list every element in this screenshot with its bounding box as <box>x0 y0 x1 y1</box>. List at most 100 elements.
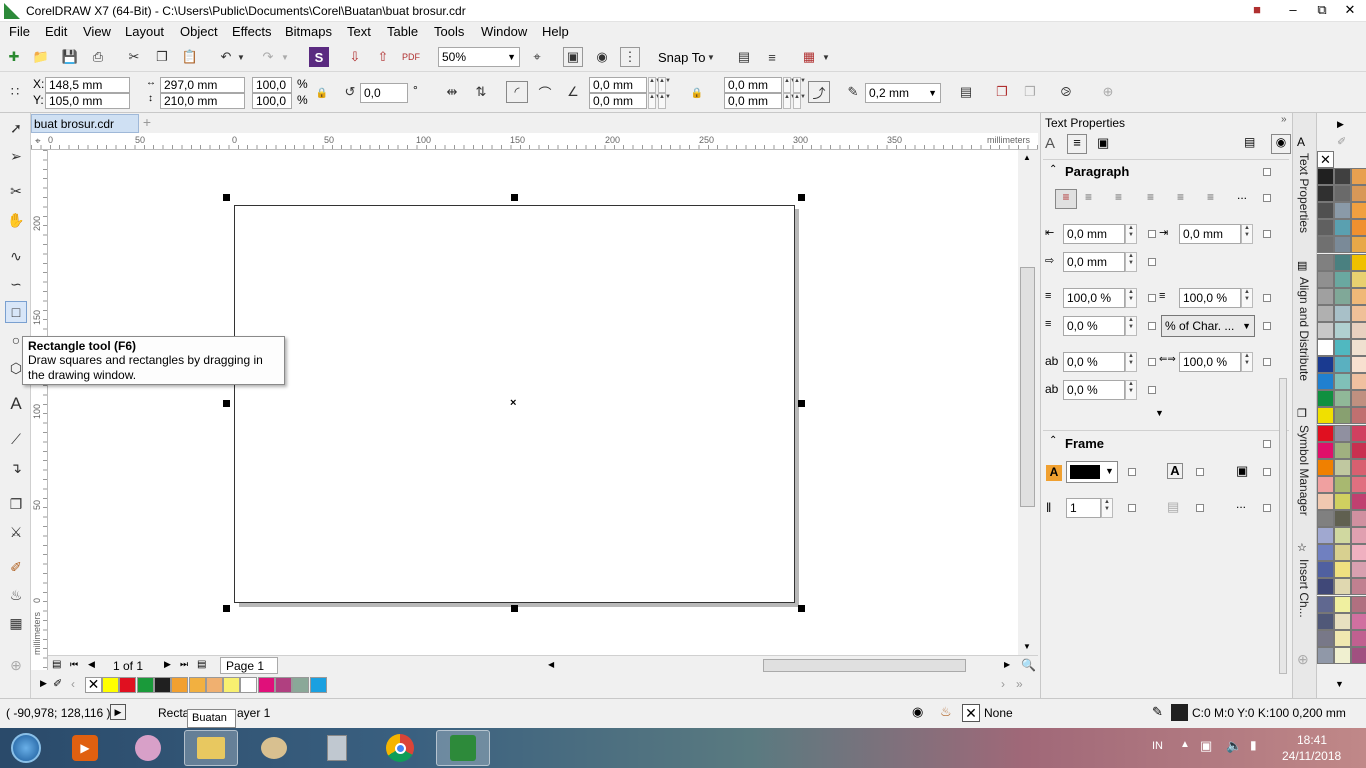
more-icon[interactable]: ... <box>1237 188 1247 202</box>
docker-view-icon[interactable]: ◉ <box>1271 134 1291 154</box>
menu-edit[interactable]: Edit <box>45 24 67 39</box>
convert-to-curves-icon[interactable]: ⧁ <box>1056 82 1076 102</box>
palette-eyedropper-icon[interactable]: ✐ <box>1337 135 1346 148</box>
close-button[interactable]: ✕ <box>1334 0 1366 22</box>
color-swatch[interactable] <box>171 677 189 693</box>
frame-checkbox[interactable] <box>1196 504 1204 512</box>
height-field[interactable]: 210,0 mm <box>160 93 245 109</box>
menu-view[interactable]: View <box>83 24 111 39</box>
color-swatch[interactable] <box>1351 527 1366 545</box>
chamfered-corner-icon[interactable]: ∠ <box>563 82 583 102</box>
menu-help[interactable]: Help <box>542 24 569 39</box>
color-swatch[interactable] <box>1351 185 1366 203</box>
selection-handle[interactable] <box>798 400 805 407</box>
color-swatch[interactable] <box>1334 612 1351 630</box>
color-swatch[interactable] <box>119 677 137 693</box>
color-swatch[interactable] <box>1351 407 1366 425</box>
color-swatch[interactable] <box>205 677 223 693</box>
drawing-window[interactable]: × <box>48 150 1018 655</box>
collapse-icon[interactable]: ⌃ <box>1049 164 1057 175</box>
center-marker-icon[interactable]: × <box>510 397 516 409</box>
scale-width-field[interactable]: 100,0 <box>252 77 292 93</box>
color-swatch[interactable] <box>1334 356 1351 374</box>
collapse-icon[interactable]: ⌃ <box>1049 435 1057 446</box>
scroll-down-icon[interactable]: ▼ <box>1023 642 1031 651</box>
color-swatch[interactable] <box>1351 236 1366 254</box>
color-swatch[interactable] <box>1334 253 1351 271</box>
palette-scroll-right-icon[interactable]: › <box>1001 677 1005 691</box>
menu-file[interactable]: File <box>9 24 30 39</box>
export-icon[interactable]: ⇧ <box>373 47 393 67</box>
media-player-icon[interactable]: ▶ <box>58 730 112 766</box>
color-swatch[interactable] <box>1317 544 1334 562</box>
drop-shadow-icon[interactable]: ❐ <box>5 493 27 515</box>
scroll-right-icon[interactable]: ▶ <box>1004 660 1010 669</box>
color-swatch[interactable] <box>1317 458 1334 476</box>
menu-object[interactable]: Object <box>180 24 218 39</box>
color-swatch[interactable] <box>1317 646 1334 664</box>
expand-more-icon[interactable]: ▼ <box>1155 408 1164 418</box>
color-swatch[interactable] <box>1351 373 1366 391</box>
color-swatch[interactable] <box>1351 219 1366 237</box>
minimize-button[interactable]: – <box>1277 0 1309 22</box>
copy-icon[interactable]: ❐ <box>152 47 172 67</box>
color-swatch[interactable] <box>1317 510 1334 527</box>
app-icon[interactable] <box>121 730 175 766</box>
insert-char-tab-icon[interactable]: ☆ <box>1297 541 1307 554</box>
color-swatch[interactable] <box>1334 544 1351 562</box>
color-swatch[interactable] <box>1334 441 1351 459</box>
transparency-icon[interactable]: ⚔ <box>5 521 27 543</box>
scroll-up-icon[interactable]: ▲ <box>1023 153 1031 162</box>
clock-time[interactable]: 18:41 <box>1297 733 1327 747</box>
align-center-icon[interactable]: ≡ <box>1115 190 1122 204</box>
scroll-thumb[interactable] <box>1020 267 1035 507</box>
color-swatch[interactable] <box>1351 629 1366 647</box>
launch-dropdown-icon[interactable]: ▼ <box>820 47 832 67</box>
align-left-icon[interactable]: ≡ <box>1085 190 1092 204</box>
spin[interactable]: ▲ ▼ <box>1125 352 1137 372</box>
indent-checkbox[interactable] <box>1148 230 1156 238</box>
corner-radius-bl-field[interactable]: 0,0 mm <box>589 93 647 109</box>
color-swatch[interactable] <box>1334 373 1351 391</box>
color-swatch[interactable] <box>1317 270 1334 288</box>
spacing-after-field[interactable]: 0,0 % <box>1063 316 1125 336</box>
color-swatch[interactable] <box>275 677 292 693</box>
document-tab[interactable]: buat brosur.cdr <box>31 114 139 133</box>
color-swatch[interactable] <box>153 677 171 693</box>
color-swatch[interactable] <box>292 677 310 693</box>
color-swatch[interactable] <box>1317 441 1334 459</box>
scalloped-corner-icon[interactable]: ⌒ <box>535 82 555 102</box>
mirror-horizontal-icon[interactable]: ⇹ <box>442 82 462 102</box>
round-corner-icon[interactable]: ◜ <box>506 81 528 103</box>
artistic-media-icon[interactable]: ∽ <box>5 273 27 295</box>
coreldraw-taskbar-icon[interactable] <box>436 730 490 766</box>
spin-extra[interactable]: ▲▼ <box>658 77 671 93</box>
color-swatch[interactable] <box>1351 646 1366 664</box>
color-swatch[interactable] <box>1317 595 1334 613</box>
app-launcher-icon[interactable]: ≡ <box>762 47 782 67</box>
spin-tr2[interactable]: ▲▼ <box>793 77 806 93</box>
frame-fit-icon[interactable]: ▣ <box>1236 463 1248 479</box>
color-swatch[interactable] <box>1351 458 1366 476</box>
spacing-unit-select[interactable]: % of Char. ... ▼ <box>1161 315 1255 337</box>
color-swatch[interactable] <box>1351 595 1366 613</box>
h-scroll-thumb[interactable] <box>763 659 966 672</box>
zoom-select[interactable]: 50% ▼ <box>438 47 520 67</box>
spacing-checkbox[interactable] <box>1263 294 1271 302</box>
selection-handle[interactable] <box>223 400 230 407</box>
frame-color-picker[interactable]: ▼ <box>1066 461 1118 483</box>
spin-bl[interactable]: ▲▼ <box>648 93 661 109</box>
spin-br[interactable]: ▲▼ <box>783 93 796 109</box>
color-swatch[interactable] <box>1334 287 1351 305</box>
spin[interactable]: ▲ ▼ <box>1241 352 1253 372</box>
reference-point-icon[interactable]: ∷ <box>5 82 25 102</box>
show-rulers-icon[interactable]: ◉ <box>592 47 612 67</box>
color-swatch[interactable] <box>1351 321 1366 339</box>
selection-handle[interactable] <box>223 605 230 612</box>
color-swatch[interactable] <box>1334 219 1351 237</box>
color-swatch[interactable] <box>1334 168 1351 185</box>
outline-pen-icon[interactable]: ✎ <box>843 82 863 102</box>
align-none-icon[interactable]: ≡ <box>1055 189 1077 209</box>
color-swatch[interactable] <box>1351 356 1366 374</box>
color-swatch[interactable] <box>1334 527 1351 545</box>
